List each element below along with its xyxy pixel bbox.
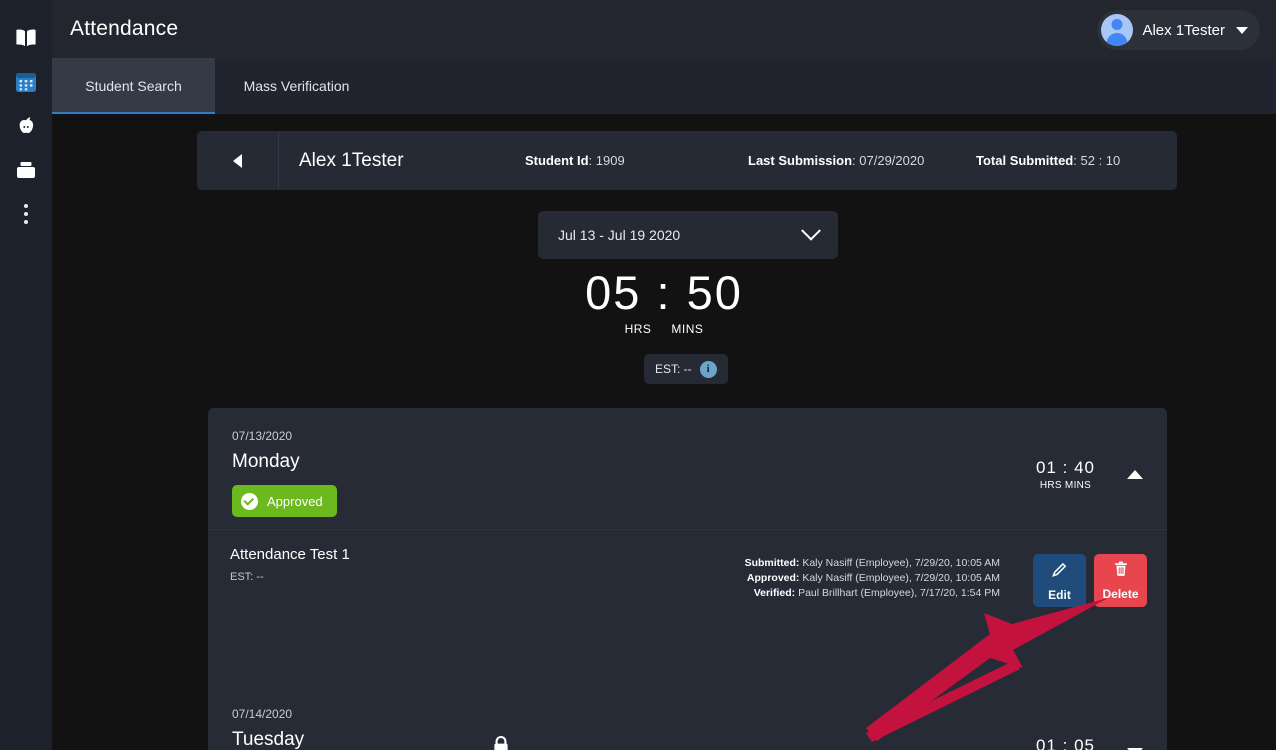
day-hours-value: 01 : 05 [1036,736,1095,750]
info-icon[interactable]: i [699,360,717,378]
est-label: EST: -- [655,362,692,376]
briefcase-icon [14,159,38,181]
audit-submitted-label: Submitted: [744,557,800,569]
page-title: Attendance [70,17,179,40]
est-badge: EST: -- i [644,354,728,384]
audit-approved: Approved: Kaly Nasiff (Employee), 7/29/2… [745,571,1000,586]
day-date-label: 07/14/2020 [232,707,293,721]
user-avatar-icon [1101,14,1134,46]
total-submitted-value: 52 : 10 [1080,153,1121,168]
edit-button[interactable]: Edit [1033,554,1086,607]
tab-student-search[interactable]: Student Search [52,58,215,114]
unit-hrs-label: HRS [624,322,652,336]
user-name-label: Alex 1Tester [1142,21,1225,39]
attendance-entry: Attendance Test 1 EST: -- Submitted: Kal… [208,530,1167,750]
entry-actions: Edit Delete [1033,554,1147,607]
day-name-label: Tuesday [232,729,305,750]
calendar-icon [14,70,38,94]
sep: : [588,153,596,168]
attendance-app: Attendance Alex 1Tester Student Search M… [0,0,1276,750]
day-name-label: Monday [232,451,300,472]
day-date-label: 07/13/2020 [232,429,293,443]
week-range-dropdown[interactable]: Jul 13 - Jul 19 2020 [538,211,838,259]
main-content: Alex 1Tester Student Id: 1909 Last Submi… [52,114,1276,750]
sidebar-item-book[interactable] [0,16,52,60]
audit-approved-label: Approved: [746,572,800,584]
student-summary-bar: Alex 1Tester Student Id: 1909 Last Submi… [197,131,1177,190]
entry-title: Attendance Test 1 [230,546,350,563]
audit-submitted-value: Kaly Nasiff (Employee), 7/29/20, 10:05 A… [802,557,1000,569]
entry-audit-info: Submitted: Kaly Nasiff (Employee), 7/29/… [745,556,1000,601]
delete-button-label: Delete [1102,587,1139,601]
audit-verified-label: Verified: [753,587,796,599]
tab-mass-verification[interactable]: Mass Verification [215,58,378,114]
last-submission-label: Last Submission [748,153,853,168]
tab-label: Student Search [85,78,182,94]
chevron-up-icon[interactable] [1127,470,1143,479]
day-total-hours: 01 : 40 HRS MINS [1036,458,1095,491]
pencil-icon [1050,560,1069,584]
week-total-time: 05 : 50 [585,266,743,319]
lock-icon [491,734,511,750]
triangle-left-icon [233,153,242,168]
audit-verified: Verified: Paul Brillhart (Employee), 7/1… [745,586,1000,601]
app-sidebar [0,0,52,750]
week-total-units: HRS MINS [52,322,1276,336]
edit-button-label: Edit [1048,587,1071,602]
student-id-field: Student Id: 1909 [525,153,625,168]
chevron-down-icon [801,220,821,241]
day-total-hours: 01 : 05 HRS MINS [1036,736,1095,750]
day-header: 07/14/2020 Tuesday 01 : 05 HRS MINS [208,686,1167,750]
student-name-label: Alex 1Tester [299,149,404,171]
status-badge-label: Approved [267,493,323,509]
unit-mins-label: MINS [671,322,704,336]
audit-approved-value: Kaly Nasiff (Employee), 7/29/20, 10:05 A… [802,572,1000,584]
chevron-down-icon [1236,26,1248,34]
tab-label: Mass Verification [243,78,350,94]
sidebar-item-calendar[interactable] [0,60,52,104]
sep: : [1073,153,1081,168]
sidebar-item-apple[interactable] [0,104,52,148]
day-hours-value: 01 : 40 [1036,458,1095,477]
status-badge: Approved [232,485,337,517]
sidebar-item-briefcase[interactable] [0,148,52,192]
total-submitted-label: Total Submitted [976,153,1074,168]
check-circle-icon [241,492,258,510]
last-submission-value: 07/29/2020 [859,153,925,168]
student-id-label: Student Id [525,153,589,168]
back-button[interactable] [197,131,279,190]
total-submitted-field: Total Submitted: 52 : 10 [976,153,1120,168]
more-vertical-icon [24,204,28,224]
tab-bar: Student Search Mass Verification [52,58,1276,114]
week-range-value: Jul 13 - Jul 19 2020 [558,227,681,243]
audit-verified-value: Paul Brillhart (Employee), 7/17/20, 1:54… [798,587,1000,599]
apple-icon [14,114,38,138]
student-id-value: 1909 [595,153,625,168]
delete-button[interactable]: Delete [1094,554,1147,607]
user-menu-button[interactable]: Alex 1Tester [1097,10,1260,50]
day-header: 07/13/2020 Monday Approved 01 : 40 HRS M… [208,408,1167,529]
book-icon [14,28,38,48]
day-card-tuesday: 07/14/2020 Tuesday 01 : 05 HRS MINS [208,686,1167,750]
entry-est-label: EST: -- [230,571,264,583]
last-submission-field: Last Submission: 07/29/2020 [748,153,924,168]
week-total-block: 05 : 50 HRS MINS [52,266,1276,336]
trash-icon [1112,560,1130,583]
app-header: Attendance Alex 1Tester [52,0,1276,58]
day-hours-units: HRS MINS [1039,480,1092,491]
sidebar-item-more[interactable] [0,192,52,236]
audit-submitted: Submitted: Kaly Nasiff (Employee), 7/29/… [745,556,1000,571]
